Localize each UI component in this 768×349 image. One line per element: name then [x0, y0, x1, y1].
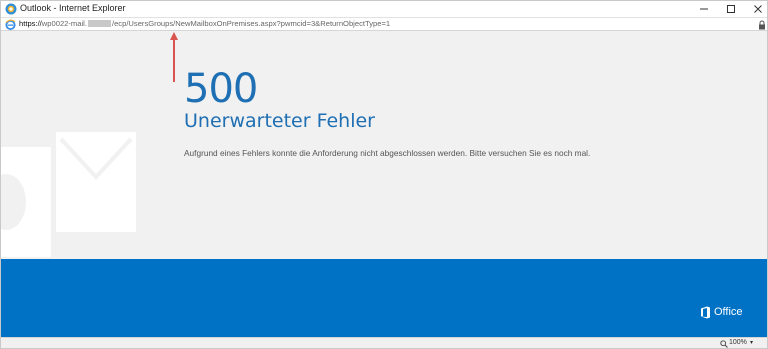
maximize-icon: [727, 5, 735, 13]
zoom-icon: [720, 340, 728, 348]
minimize-button[interactable]: [691, 1, 717, 17]
internet-explorer-icon: [5, 19, 16, 30]
annotation-arrow: [170, 32, 178, 82]
maximize-button[interactable]: [718, 1, 744, 17]
outlook-app-icon: [5, 3, 17, 15]
browser-window: Outlook - Internet Explorer https://wp00…: [0, 0, 768, 349]
error-code: 500: [184, 66, 258, 112]
redacted-text: [87, 20, 111, 27]
url-text[interactable]: https://wp0022-mail. /ecp/UsersGroups/New…: [19, 19, 390, 28]
close-icon: [754, 5, 762, 13]
url-path: /ecp/UsersGroups/NewMailboxOnPremises.as…: [111, 19, 391, 28]
lock-icon[interactable]: [758, 20, 766, 30]
url-scheme: https://: [19, 19, 42, 28]
url-host: wp0022-mail.: [41, 19, 87, 28]
window-title: Outlook - Internet Explorer: [20, 3, 126, 13]
outlook-watermark-icon: [1, 132, 136, 257]
zoom-level[interactable]: 100%: [729, 339, 747, 346]
office-brand: Office: [714, 306, 743, 318]
chevron-down-icon[interactable]: ▾: [750, 339, 753, 346]
title-bar[interactable]: Outlook - Internet Explorer: [1, 1, 767, 17]
close-button[interactable]: [745, 1, 767, 17]
page-footer: Office: [1, 259, 767, 337]
error-page: 500 Unerwarteter Fehler Aufgrund eines F…: [1, 32, 767, 259]
minimize-icon: [700, 8, 708, 10]
status-bar: 100% ▾: [1, 337, 767, 348]
error-title: Unerwarteter Fehler: [184, 110, 375, 132]
office-logo-icon: [701, 306, 710, 319]
address-bar[interactable]: https://wp0022-mail. /ecp/UsersGroups/New…: [1, 17, 767, 31]
error-message: Aufgrund eines Fehlers konnte die Anford…: [184, 148, 591, 158]
